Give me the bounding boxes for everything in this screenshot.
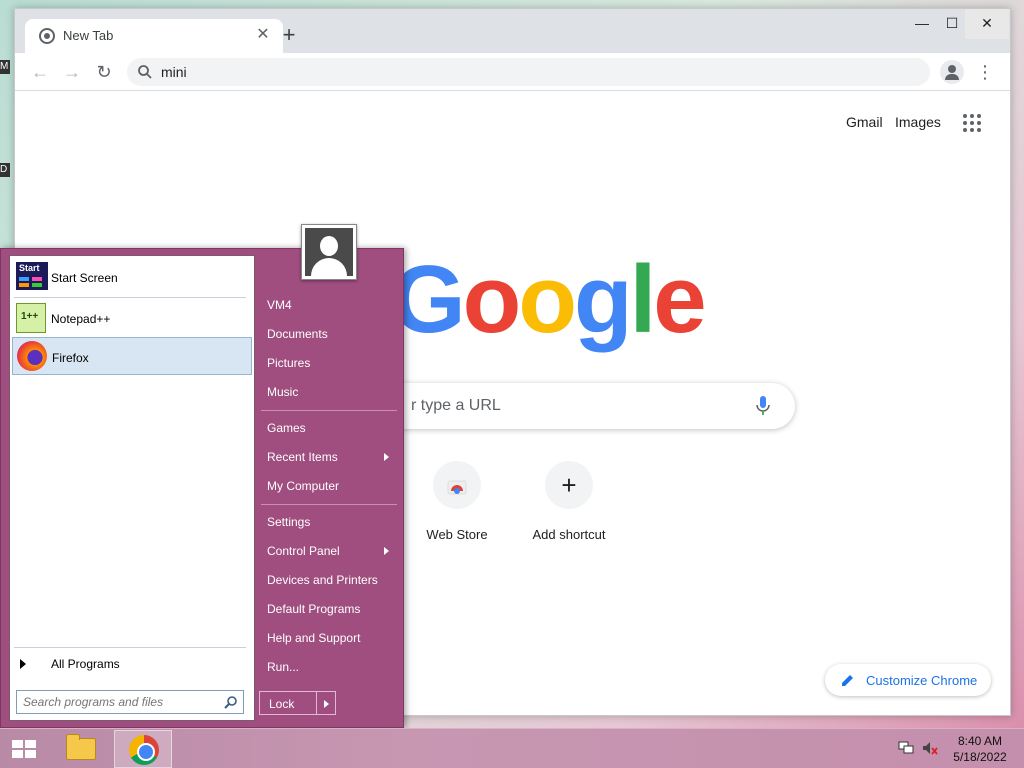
- start-right-help-and-support[interactable]: Help and Support: [259, 625, 399, 651]
- profile-avatar-icon[interactable]: [940, 60, 964, 84]
- customize-chrome-label: Customize Chrome: [866, 673, 978, 688]
- notepad-plus-plus-icon: 1++: [16, 303, 46, 333]
- shutdown-options-button[interactable]: [316, 691, 336, 715]
- browser-toolbar: ← → ↻ mini ⋮: [15, 53, 1010, 91]
- taskbar-chrome[interactable]: [114, 730, 172, 768]
- start-screen-icon: Start: [16, 262, 48, 290]
- search-icon[interactable]: [224, 695, 238, 709]
- start-item-notepad-plus-plus[interactable]: 1++ Notepad++: [12, 299, 252, 337]
- start-menu: Start Start Screen 1++ Notepad++ Firefox…: [0, 224, 404, 728]
- start-item-firefox[interactable]: Firefox: [12, 337, 252, 375]
- add-shortcut-button[interactable]: + Add shortcut: [513, 461, 625, 557]
- address-bar-text[interactable]: mini: [161, 64, 187, 80]
- google-apps-icon[interactable]: [963, 114, 981, 132]
- separator: [14, 297, 246, 298]
- google-logo: Google: [391, 246, 707, 353]
- start-right-settings[interactable]: Settings: [259, 509, 399, 535]
- new-tab-button[interactable]: +: [277, 23, 301, 47]
- customize-chrome-button[interactable]: Customize Chrome: [825, 664, 991, 696]
- start-right-control-panel[interactable]: Control Panel: [259, 538, 399, 564]
- shortcut-label: Web Store: [426, 527, 488, 542]
- start-item-label: Notepad++: [51, 312, 111, 326]
- chrome-favicon-icon: [39, 28, 55, 44]
- start-right-vm4[interactable]: VM4: [259, 292, 399, 318]
- microphone-icon[interactable]: [755, 395, 771, 417]
- separator: [261, 504, 397, 505]
- search-icon: [138, 65, 152, 79]
- triangle-right-icon: [20, 659, 26, 669]
- all-programs-label: All Programs: [51, 657, 120, 671]
- windows-logo-icon: [12, 740, 38, 760]
- start-search-input[interactable]: [17, 691, 217, 713]
- start-right-music[interactable]: Music: [259, 379, 399, 405]
- tab-title: New Tab: [63, 28, 114, 43]
- desktop-icon-fragment[interactable]: M: [0, 60, 10, 74]
- clock-date[interactable]: 5/18/2022: [950, 750, 1010, 764]
- volume-muted-icon[interactable]: [922, 741, 938, 755]
- reload-button[interactable]: ↻: [91, 59, 117, 85]
- shortcut-icon-bg: +: [545, 461, 593, 509]
- minimize-button[interactable]: —: [910, 9, 934, 39]
- submenu-arrow-icon: [384, 547, 389, 555]
- gmail-link[interactable]: Gmail: [846, 114, 883, 130]
- firefox-icon: [17, 341, 47, 371]
- tab-strip: New Tab ✕ + — ☐ ✕: [15, 9, 1010, 53]
- start-search-box[interactable]: [16, 690, 244, 714]
- pencil-icon: [842, 675, 853, 686]
- start-item-label: Start Screen: [51, 271, 118, 285]
- chrome-icon: [129, 735, 159, 765]
- start-right-games[interactable]: Games: [259, 415, 399, 441]
- shortcut-web-store[interactable]: Web Store: [401, 461, 513, 557]
- clock-time[interactable]: 8:40 AM: [950, 734, 1010, 748]
- start-right-recent-items[interactable]: Recent Items: [259, 444, 399, 470]
- folder-icon: [66, 734, 96, 760]
- start-right-run[interactable]: Run...: [259, 654, 399, 680]
- start-menu-places-pane: VM4 Documents Pictures Music Games Recen…: [259, 249, 401, 725]
- chrome-menu-button[interactable]: ⋮: [975, 59, 995, 85]
- tab-close-icon[interactable]: ✕: [253, 25, 273, 45]
- separator: [261, 410, 397, 411]
- start-right-my-computer[interactable]: My Computer: [259, 473, 399, 499]
- start-item-label: Firefox: [52, 351, 89, 365]
- start-menu-programs-pane: Start Start Screen 1++ Notepad++ Firefox…: [9, 255, 255, 721]
- start-right-documents[interactable]: Documents: [259, 321, 399, 347]
- lock-button[interactable]: Lock: [259, 691, 317, 715]
- separator: [14, 647, 246, 648]
- ntp-search-placeholder: r type a URL: [411, 397, 501, 414]
- start-right-pictures[interactable]: Pictures: [259, 350, 399, 376]
- start-right-devices-and-printers[interactable]: Devices and Printers: [259, 567, 399, 593]
- lock-label: Lock: [269, 697, 295, 711]
- start-button[interactable]: [6, 736, 40, 762]
- address-bar[interactable]: mini: [127, 58, 930, 86]
- submenu-arrow-icon: [384, 453, 389, 461]
- start-right-default-programs[interactable]: Default Programs: [259, 596, 399, 622]
- start-item-start-screen[interactable]: Start Start Screen: [12, 258, 252, 296]
- tab-new-tab[interactable]: New Tab ✕: [25, 19, 283, 53]
- taskbar-file-explorer[interactable]: [58, 732, 102, 766]
- shortcut-label: Add shortcut: [532, 527, 606, 542]
- maximize-button[interactable]: ☐: [940, 9, 964, 39]
- desktop-icon-fragment[interactable]: D: [0, 163, 10, 177]
- chrome-web-store-icon: [447, 480, 467, 495]
- images-link[interactable]: Images: [895, 114, 941, 130]
- close-window-button[interactable]: ✕: [965, 9, 1009, 39]
- back-button[interactable]: ←: [27, 59, 53, 85]
- plus-icon: +: [561, 470, 577, 500]
- taskbar: 8:40 AM 5/18/2022: [0, 728, 1024, 768]
- network-icon[interactable]: [898, 741, 914, 755]
- forward-button[interactable]: →: [59, 59, 85, 85]
- all-programs-button[interactable]: All Programs: [12, 651, 252, 677]
- shortcut-icon-bg: [433, 461, 481, 509]
- close-icon: ✕: [981, 15, 993, 31]
- triangle-right-icon: [324, 700, 329, 708]
